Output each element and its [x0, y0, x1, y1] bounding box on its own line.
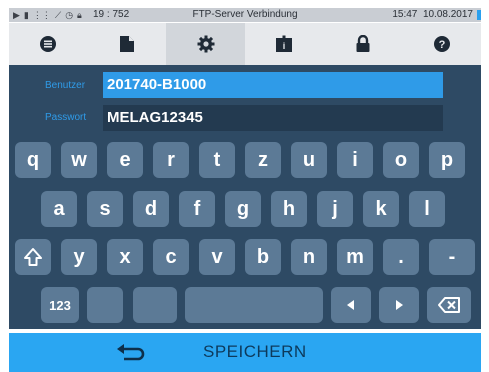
date: 10.08.2017: [422, 9, 473, 20]
key-y[interactable]: y: [61, 239, 97, 275]
status-indicator: [477, 10, 481, 20]
key-o[interactable]: o: [383, 142, 419, 178]
bottom-action-bar: SPEICHERN: [9, 333, 481, 372]
key-g[interactable]: g: [225, 191, 261, 227]
key-p[interactable]: p: [429, 142, 465, 178]
svg-text:?: ?: [438, 39, 445, 51]
key-r[interactable]: r: [153, 142, 189, 178]
user-label: Benutzer: [45, 80, 86, 91]
status-bar: ▶ ▮ ⋮⋮ ⟋ ◷ 🔒︎ 19 : 752 FTP-Server Verbin…: [9, 8, 481, 22]
gear-icon: [197, 35, 215, 53]
key-t[interactable]: t: [199, 142, 235, 178]
list-icon: [40, 36, 57, 52]
key-q[interactable]: q: [15, 142, 51, 178]
key-j[interactable]: j: [317, 191, 353, 227]
backspace-key[interactable]: [427, 287, 471, 323]
key-s[interactable]: s: [87, 191, 123, 227]
tab-bar: i ?: [9, 23, 481, 65]
user-field[interactable]: 201740-B1000: [103, 72, 443, 98]
key-x[interactable]: x: [107, 239, 143, 275]
key-b[interactable]: b: [245, 239, 281, 275]
key-h[interactable]: h: [271, 191, 307, 227]
return-arrow-icon: [117, 344, 145, 361]
tab-info[interactable]: i: [245, 23, 324, 65]
key-d[interactable]: d: [133, 191, 169, 227]
help-icon: ?: [433, 36, 450, 52]
tab-help[interactable]: ?: [402, 23, 481, 65]
key-w[interactable]: w: [61, 142, 97, 178]
key-n[interactable]: n: [291, 239, 327, 275]
key-u[interactable]: u: [291, 142, 327, 178]
cursor-right-key[interactable]: [379, 287, 419, 323]
key-i[interactable]: i: [337, 142, 373, 178]
key-dash[interactable]: -: [429, 239, 475, 275]
cursor-left-key[interactable]: [331, 287, 371, 323]
time: 15:47: [392, 9, 418, 20]
key-a[interactable]: a: [41, 191, 77, 227]
tab-lock[interactable]: [324, 23, 403, 65]
key-f[interactable]: f: [179, 191, 215, 227]
tab-menu[interactable]: [9, 23, 88, 65]
arrow-right-icon: [396, 300, 403, 310]
save-button[interactable]: SPEICHERN: [203, 342, 307, 362]
blank-key-1[interactable]: [87, 287, 123, 323]
shift-key[interactable]: [15, 239, 51, 275]
tab-documents[interactable]: [88, 23, 167, 65]
key-c[interactable]: c: [153, 239, 189, 275]
key-l[interactable]: l: [409, 191, 445, 227]
tab-settings[interactable]: [166, 23, 246, 65]
svg-text:i: i: [283, 41, 286, 51]
key-z[interactable]: z: [245, 142, 281, 178]
blank-key-2[interactable]: [133, 287, 177, 323]
space-key[interactable]: [185, 287, 323, 323]
password-label: Passwort: [45, 112, 87, 123]
key-period[interactable]: .: [383, 239, 419, 275]
lock-icon: [356, 35, 370, 52]
key-v[interactable]: v: [199, 239, 235, 275]
info-card-icon: i: [276, 35, 293, 52]
backspace-icon: [438, 297, 460, 313]
arrow-left-icon: [347, 300, 354, 310]
key-k[interactable]: k: [363, 191, 399, 227]
key-m[interactable]: m: [337, 239, 373, 275]
document-icon: [120, 36, 134, 52]
back-button[interactable]: [111, 341, 151, 365]
password-field[interactable]: MELAG12345: [103, 105, 443, 131]
datetime: 15:47 10.08.2017: [392, 9, 473, 20]
numbers-key[interactable]: 123: [41, 287, 79, 323]
key-e[interactable]: e: [107, 142, 143, 178]
shift-arrow-icon: [24, 248, 42, 266]
keyboard-panel: Benutzer 201740-B1000 Passwort MELAG1234…: [9, 65, 481, 329]
